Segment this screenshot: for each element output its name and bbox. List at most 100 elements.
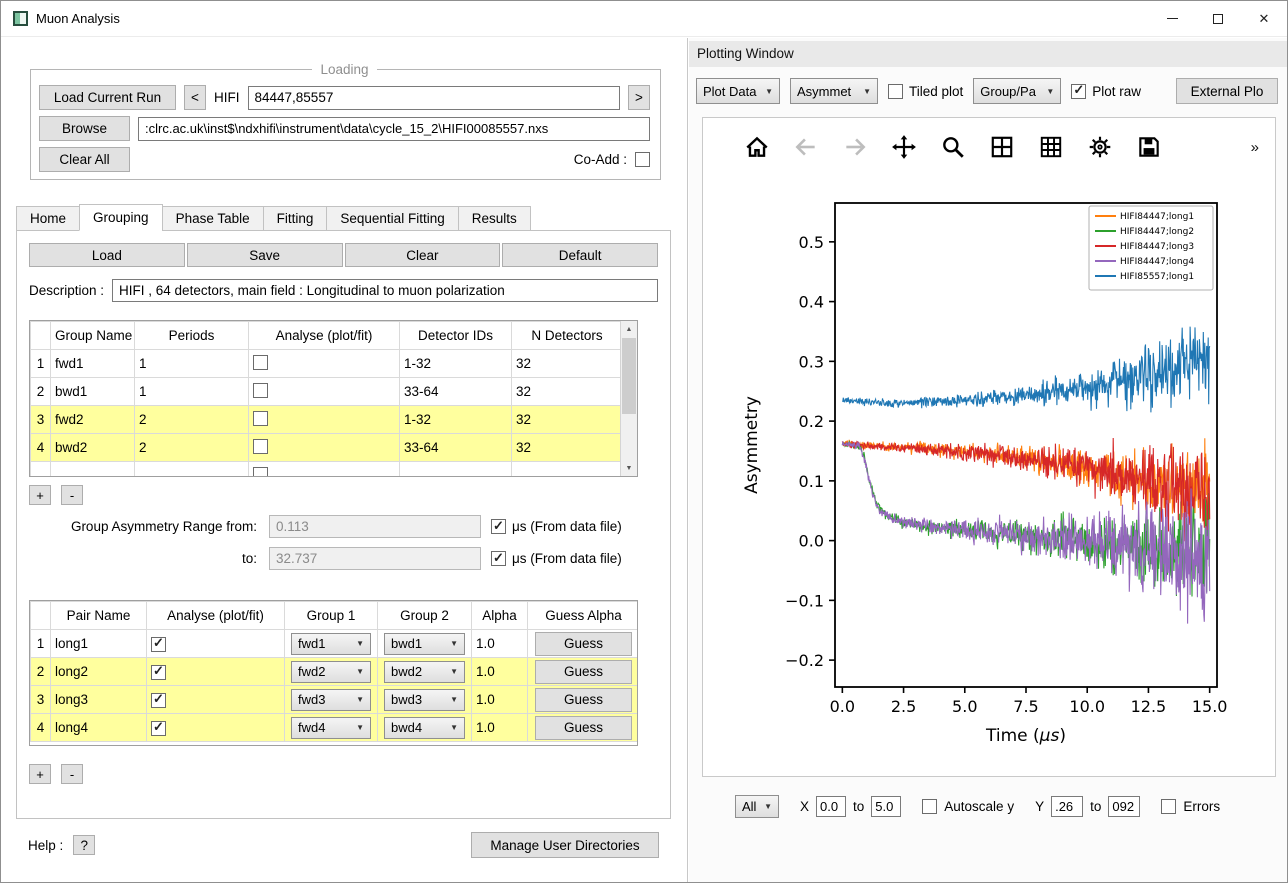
scope-dropdown[interactable]: All ▼ [735, 795, 779, 818]
pair-analyse-checkbox[interactable] [151, 664, 166, 680]
col-alpha: Alpha [471, 601, 528, 630]
minimize-icon [1166, 18, 1178, 19]
range-to-input [269, 547, 481, 570]
description-label: Description : [29, 283, 105, 298]
analyse-checkbox[interactable] [253, 410, 268, 426]
autoscale-y-checkbox[interactable] [922, 799, 938, 814]
loading-groupbox: Loading Load Current Run < HIFI > Browse… [30, 62, 661, 180]
axes-grid-icon[interactable] [1037, 134, 1064, 161]
group-row: 4 bwd2 2 33-64 32 [30, 433, 623, 462]
pair-analyse-checkbox[interactable] [151, 720, 166, 736]
analyse-checkbox[interactable] [253, 438, 268, 454]
plot-raw-checkbox[interactable] [1071, 83, 1087, 99]
svg-text:HIFI84447;long4: HIFI84447;long4 [1120, 257, 1194, 267]
svg-text:15.0: 15.0 [1192, 697, 1228, 716]
group-table-scrollbar[interactable]: ▲ ▼ [620, 321, 637, 476]
group2-select[interactable]: bwd2 ▼ [384, 660, 465, 683]
plot-type-dropdown[interactable]: Asymmet ▼ [790, 78, 878, 104]
guess-alpha-button[interactable]: Guess [535, 631, 632, 656]
clear-grouping-button[interactable]: Clear [344, 243, 501, 267]
scrollbar-thumb[interactable] [622, 338, 636, 414]
file-path-input[interactable] [138, 116, 650, 141]
back-icon[interactable] [792, 134, 819, 161]
guess-alpha-button[interactable]: Guess [535, 659, 632, 684]
subplots-icon[interactable] [988, 134, 1015, 161]
tab-grouping[interactable]: Grouping [79, 204, 163, 231]
clear-all-button[interactable]: Clear All [39, 147, 130, 172]
pair-row: 2 long2 fwd2▼ bwd2▼ 1.0 Guess [30, 657, 637, 686]
minimize-button[interactable] [1149, 1, 1195, 37]
range-to-checkbox[interactable] [491, 551, 506, 566]
plot-data-dropdown[interactable]: Plot Data ▼ [696, 78, 780, 104]
analysis-panel: Loading Load Current Run < HIFI > Browse… [2, 38, 688, 882]
plot-frame: » −0.2 −0.1 0.0 0.1 0.2 0.3 0.4 0.5 0.0 2.5 5.0 7.5… [702, 117, 1276, 777]
analyse-checkbox[interactable] [253, 466, 268, 476]
group-pair-dropdown[interactable]: Group/Pa ▼ [973, 78, 1062, 104]
guess-alpha-button[interactable]: Guess [535, 687, 632, 712]
chevron-down-icon: ▼ [450, 667, 458, 676]
add-group-button[interactable]: + [29, 485, 51, 505]
svg-text:7.5: 7.5 [1013, 697, 1038, 716]
group2-select[interactable]: bwd1 ▼ [384, 632, 465, 655]
svg-text:HIFI84447;long1: HIFI84447;long1 [1120, 212, 1194, 222]
x-max-input[interactable] [871, 796, 902, 817]
zoom-icon[interactable] [939, 134, 966, 161]
toolbar-overflow-icon[interactable]: » [1251, 139, 1259, 156]
tab-phase-table[interactable]: Phase Table [161, 206, 264, 231]
group-row: 2 bwd1 1 33-64 32 [30, 377, 623, 406]
analyse-checkbox[interactable] [253, 382, 268, 398]
tab-results[interactable]: Results [457, 206, 531, 231]
close-button[interactable]: ✕ [1241, 1, 1287, 37]
group2-select[interactable]: bwd3 ▼ [384, 688, 465, 711]
scroll-up-icon[interactable]: ▲ [621, 321, 637, 337]
save-icon[interactable] [1135, 134, 1162, 161]
y-max-input[interactable] [1108, 796, 1141, 817]
co-add-checkbox[interactable] [635, 152, 650, 167]
loading-group-title: Loading [320, 62, 369, 77]
guess-alpha-button[interactable]: Guess [535, 715, 632, 740]
svg-text:Asymmetry: Asymmetry [742, 396, 762, 494]
remove-pair-button[interactable]: - [61, 764, 83, 784]
tab-fitting[interactable]: Fitting [262, 206, 328, 231]
errors-checkbox[interactable] [1161, 799, 1177, 814]
pair-analyse-checkbox[interactable] [151, 692, 166, 708]
default-grouping-button[interactable]: Default [502, 243, 658, 267]
chevron-down-icon: ▼ [863, 86, 871, 96]
group1-select[interactable]: fwd4 ▼ [291, 716, 371, 739]
tiled-plot-checkbox[interactable] [888, 83, 903, 99]
analyse-checkbox[interactable] [253, 354, 268, 370]
tab-sequential-fitting[interactable]: Sequential Fitting [326, 206, 459, 231]
add-pair-button[interactable]: + [29, 764, 51, 784]
y-min-input[interactable] [1051, 796, 1084, 817]
load-current-run-button[interactable]: Load Current Run [39, 85, 176, 110]
load-grouping-button[interactable]: Load [29, 243, 185, 267]
x-min-input[interactable] [816, 796, 847, 817]
help-button[interactable]: ? [73, 835, 96, 855]
runs-input[interactable] [247, 85, 620, 110]
external-plot-button[interactable]: External Plo [1176, 78, 1278, 104]
group1-select[interactable]: fwd2 ▼ [291, 660, 371, 683]
co-add-label: Co-Add : [573, 152, 627, 167]
group1-select[interactable]: fwd1 ▼ [291, 632, 371, 655]
group2-select[interactable]: bwd4 ▼ [384, 716, 465, 739]
next-run-button[interactable]: > [628, 85, 650, 110]
range-from-checkbox[interactable] [491, 519, 506, 534]
gear-icon[interactable] [1086, 134, 1113, 161]
manage-user-directories-button[interactable]: Manage User Directories [471, 832, 659, 858]
description-input[interactable] [112, 279, 658, 302]
forward-icon[interactable] [841, 134, 868, 161]
asymmetry-plot-canvas[interactable]: −0.2 −0.1 0.0 0.1 0.2 0.3 0.4 0.5 0.0 2.5 5.0 7.5 10… [703, 176, 1275, 770]
col-group-name: Group Name [50, 321, 135, 350]
pair-analyse-checkbox[interactable] [151, 636, 166, 652]
scroll-down-icon[interactable]: ▼ [621, 460, 637, 476]
remove-group-button[interactable]: - [61, 485, 83, 505]
maximize-button[interactable] [1195, 1, 1241, 37]
pan-icon[interactable] [890, 134, 917, 161]
browse-button[interactable]: Browse [39, 116, 130, 141]
save-grouping-button[interactable]: Save [186, 243, 343, 267]
home-icon[interactable] [743, 134, 770, 161]
previous-run-button[interactable]: < [184, 85, 206, 110]
group-row: 3 fwd2 2 1-32 32 [30, 405, 623, 434]
group1-select[interactable]: fwd3 ▼ [291, 688, 371, 711]
tab-home[interactable]: Home [16, 206, 81, 231]
